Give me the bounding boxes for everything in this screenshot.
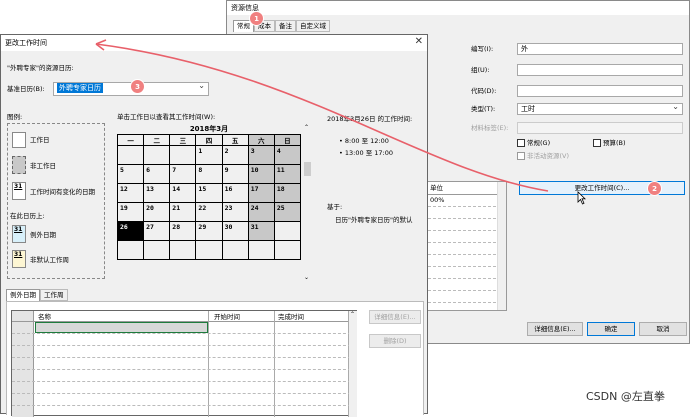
annotation-arrow: [95, 39, 549, 192]
watermark: CSDN @左直拳: [586, 390, 665, 403]
step-badge-2: 2: [647, 181, 662, 196]
step-badge-3: 3: [130, 79, 145, 94]
step-badge-1: 1: [249, 11, 264, 26]
